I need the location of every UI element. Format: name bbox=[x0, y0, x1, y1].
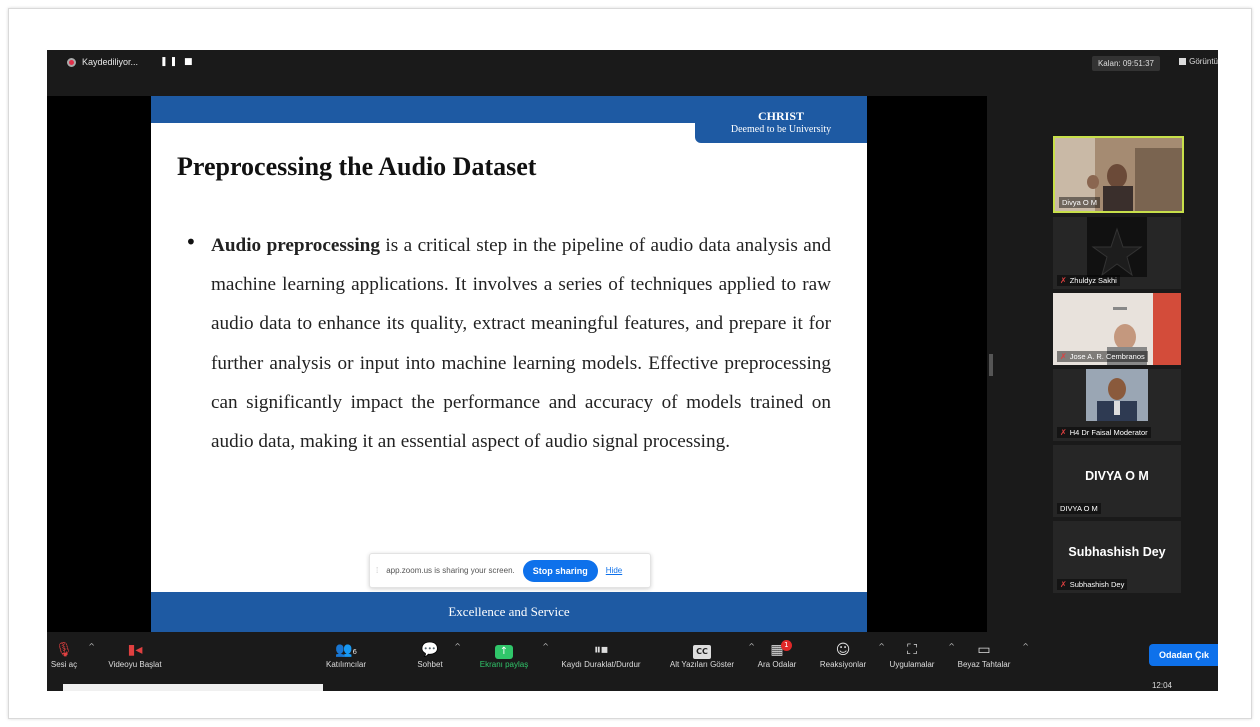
reactions-button[interactable]: ☺ Reaksiyonlar ^ bbox=[815, 640, 885, 669]
participant-tile[interactable]: Divya O M bbox=[1053, 136, 1184, 213]
participant-gallery: Divya O M ✗ Zhuldyz Sakhi ✗ Jose A. R. Cem… bbox=[1053, 136, 1184, 597]
participant-display-name: DIVYA O M bbox=[1085, 469, 1149, 483]
zoom-window: Kaydediliyor... ❚❚ ■ Kalan: 09:51:37 Gör… bbox=[47, 50, 1218, 691]
apps-button[interactable]: ⛶ Uygulamalar ^ bbox=[883, 640, 955, 669]
breakout-rooms-button[interactable]: ▦ 1 Ara Odalar bbox=[753, 640, 801, 669]
whiteboard-icon: ▭ bbox=[977, 642, 991, 658]
cc-icon: CC bbox=[663, 640, 741, 660]
panel-resize-handle[interactable] bbox=[989, 354, 993, 376]
participant-display-name: Subhashish Dey bbox=[1068, 545, 1166, 559]
mic-muted-icon: ✗ bbox=[1060, 580, 1067, 589]
participant-name: ✗ Zhuldyz Sakhi bbox=[1057, 275, 1120, 286]
participant-tile[interactable]: ✗ Jose A. R. Cembranos bbox=[1053, 293, 1181, 365]
video-button[interactable]: ▮◂ Videoyu Başlat bbox=[103, 640, 167, 669]
participants-icon: 👥6 bbox=[335, 642, 357, 658]
video-off-icon: ▮◂ bbox=[127, 642, 143, 658]
chat-icon: 💬 bbox=[421, 642, 439, 658]
participant-tile[interactable]: ✗ H4 Dr Faisal Moderator bbox=[1053, 369, 1181, 441]
meeting-toolbar: 🎙 Sesi aç ^ ▮◂ Videoyu Başlat 👥6 Katılım… bbox=[47, 632, 1218, 691]
remaining-time: Kalan: 09:51:37 bbox=[1091, 56, 1160, 71]
view-label: Görüntü bbox=[1189, 57, 1218, 66]
reactions-icon: ☺ bbox=[835, 642, 851, 658]
view-icon bbox=[1179, 58, 1187, 65]
mic-muted-icon: 🎙 bbox=[55, 642, 73, 658]
hide-link[interactable]: Hide bbox=[606, 566, 622, 575]
brand-name: CHRIST bbox=[757, 109, 804, 123]
participant-name: ✗ Subhashish Dey bbox=[1057, 579, 1128, 590]
slide-paragraph: is a critical step in the pipeline of au… bbox=[211, 235, 831, 453]
recording-indicator[interactable]: Kaydediliyor... ❚❚ ■ bbox=[67, 57, 194, 67]
mic-muted-icon: ✗ bbox=[1060, 352, 1067, 361]
share-message: app.zoom.us is sharing your screen. bbox=[386, 566, 515, 575]
share-screen-button[interactable]: ↑ Ekranı paylaş ^ bbox=[473, 640, 549, 669]
chevron-up-icon[interactable]: ^ bbox=[1022, 642, 1029, 651]
participant-name: Divya O M bbox=[1059, 197, 1101, 208]
chevron-up-icon[interactable]: ^ bbox=[454, 642, 461, 651]
presentation-slide: CHRIST Deemed to be University Preproces… bbox=[151, 96, 867, 632]
chat-button[interactable]: 💬 Sohbet ^ bbox=[413, 640, 461, 669]
participant-name: DIVYA O M bbox=[1057, 503, 1101, 514]
university-brand: CHRIST Deemed to be University bbox=[695, 105, 867, 143]
participants-button[interactable]: 👥6 Katılımcılar bbox=[319, 640, 373, 669]
bullet-icon: • bbox=[185, 230, 197, 254]
recording-controls[interactable]: ❚❚ ■ bbox=[160, 57, 194, 67]
slide-footer: Excellence and Service bbox=[151, 592, 867, 632]
stop-sharing-button[interactable]: Stop sharing bbox=[522, 559, 598, 582]
slide-title: Preprocessing the Audio Dataset bbox=[177, 152, 537, 181]
leave-meeting-button[interactable]: Odadan Çık bbox=[1148, 644, 1218, 666]
system-clock: 12:04 bbox=[1151, 681, 1172, 690]
recording-status: Kaydediliyor... bbox=[82, 57, 139, 67]
drag-handle-icon[interactable]: ⁞ bbox=[376, 566, 378, 575]
mic-muted-icon: ✗ bbox=[1060, 276, 1067, 285]
brand-subtitle: Deemed to be University bbox=[730, 124, 832, 135]
screen-share-notice: ⁞ app.zoom.us is sharing your screen. St… bbox=[369, 553, 651, 588]
chevron-up-icon[interactable]: ^ bbox=[542, 642, 549, 651]
pause-record-icon: ⏸⏹ bbox=[594, 642, 608, 658]
participant-name: ✗ Jose A. R. Cembranos bbox=[1057, 351, 1148, 362]
chevron-up-icon[interactable]: ^ bbox=[88, 642, 95, 651]
captions-button[interactable]: CC Alt Yazıları Göster ^ bbox=[663, 640, 755, 669]
view-button[interactable]: Görüntü bbox=[1179, 57, 1218, 66]
record-control-button[interactable]: ⏸⏹ Kaydı Duraklat/Durdur bbox=[551, 640, 651, 669]
slide-bold-term: Audio preprocessing bbox=[211, 235, 380, 256]
participant-tile[interactable]: DIVYA O M DIVYA O M bbox=[1053, 445, 1181, 517]
breakout-rooms-icon: ▦ 1 bbox=[753, 640, 801, 660]
mic-muted-icon: ✗ bbox=[1060, 428, 1067, 437]
participant-tile[interactable]: ✗ Zhuldyz Sakhi bbox=[1053, 217, 1181, 289]
share-screen-icon: ↑ bbox=[473, 640, 535, 660]
record-dot-icon bbox=[67, 57, 76, 67]
participant-name: ✗ H4 Dr Faisal Moderator bbox=[1057, 427, 1151, 438]
audio-button[interactable]: 🎙 Sesi aç ^ bbox=[47, 640, 95, 669]
participant-tile[interactable]: Subhashish Dey ✗ Subhashish Dey bbox=[1053, 521, 1181, 593]
taskbar-strip bbox=[63, 684, 323, 691]
apps-icon: ⛶ bbox=[907, 642, 917, 658]
slide-body-text: Audio preprocessing is a critical step i… bbox=[211, 226, 831, 461]
meeting-top-bar: Kaydediliyor... ❚❚ ■ Kalan: 09:51:37 Gör… bbox=[47, 50, 1218, 78]
shared-screen-area: CHRIST Deemed to be University Preproces… bbox=[47, 96, 987, 645]
whiteboard-button[interactable]: ▭ Beyaz Tahtalar ^ bbox=[953, 640, 1029, 669]
